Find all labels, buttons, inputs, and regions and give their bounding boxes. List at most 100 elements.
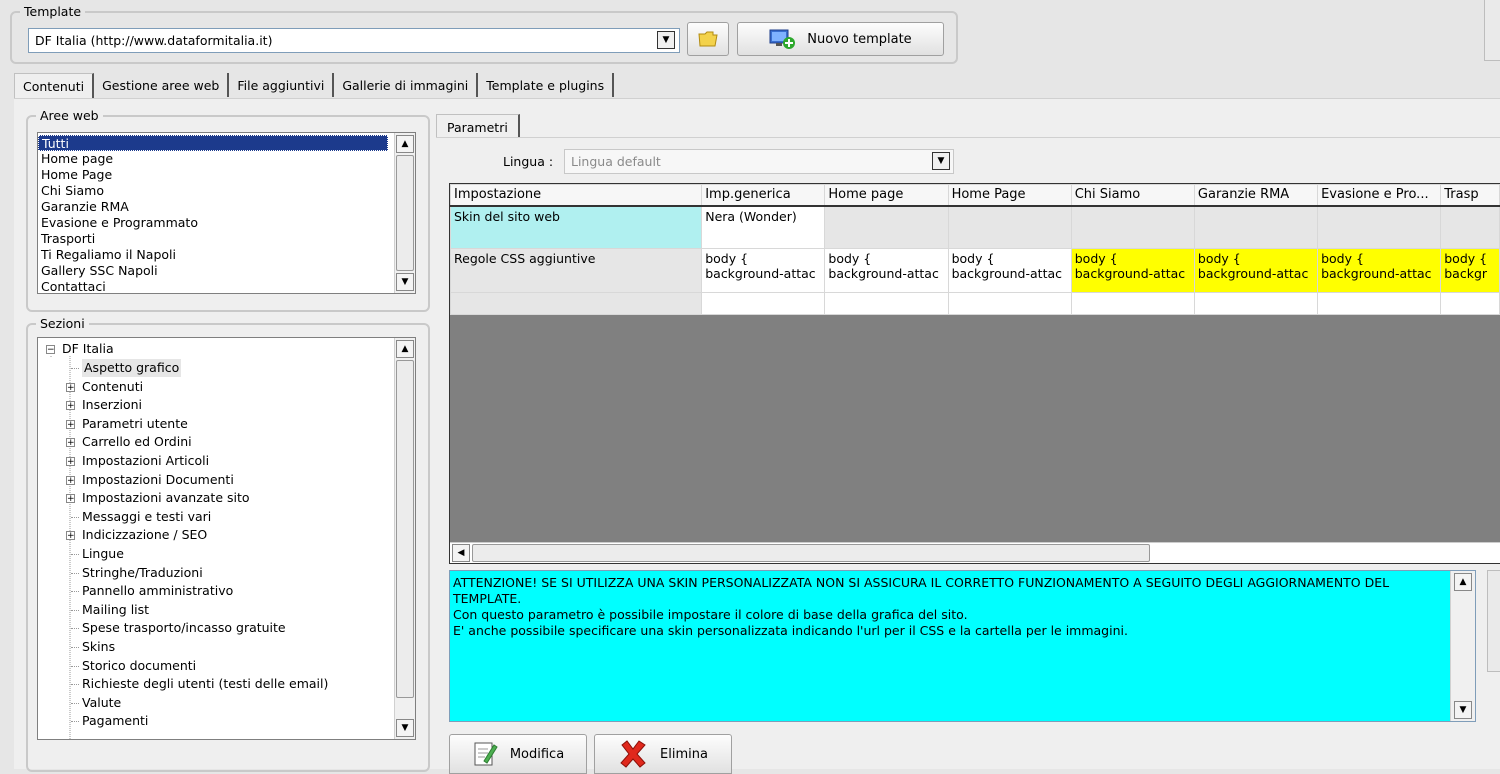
table-cell[interactable] [701,292,826,315]
list-item[interactable]: Garanzie RMA [38,199,415,215]
table-row[interactable]: Regole CSS aggiuntive body { background-… [450,248,1500,293]
table-cell[interactable]: Nera (Wonder) [701,205,826,249]
table-cell[interactable]: body { background-attac [947,248,1072,293]
table-cell[interactable]: body { background-attac [1317,248,1442,293]
lingua-dropdown-button[interactable]: ▼ [932,152,950,170]
table-cell[interactable] [1193,205,1319,249]
table-cell[interactable] [1193,292,1319,315]
table-cell[interactable]: body { background-attac [701,248,826,293]
table-row[interactable] [450,292,1500,315]
tree-item[interactable]: Lingue [82,545,124,563]
new-template-button[interactable]: Nuovo template [737,22,944,56]
tree-item[interactable]: Contenuti [82,378,143,396]
table-cell[interactable]: body { backgr [1440,248,1500,293]
table-cell[interactable] [947,292,1072,315]
table-cell[interactable] [1070,205,1195,249]
table-cell[interactable] [824,292,949,315]
expand-toggle[interactable]: + [66,438,75,448]
tree-item[interactable]: Impostazioni avanzate sito [82,489,250,507]
table-cell[interactable] [824,205,949,249]
table-cell[interactable]: body { background-attac [824,248,949,293]
template-dropdown-button[interactable]: ▼ [657,31,675,49]
expand-toggle[interactable]: + [66,401,75,411]
tree-item[interactable]: Impostazioni Documenti [82,471,234,489]
table-cell[interactable]: body { background-attac [1193,248,1319,293]
description-box[interactable]: ATTENZIONE! SE SI UTILIZZA UNA SKIN PERS… [449,570,1476,722]
tree-item[interactable]: Stringhe/Traduzioni [82,564,203,582]
tree-item[interactable]: Valute [82,694,121,712]
column-header[interactable]: Evasione e Pro... [1317,184,1442,207]
table-cell[interactable] [1070,292,1195,315]
expand-toggle[interactable]: + [66,457,75,467]
column-header[interactable]: Home Page [947,184,1072,207]
list-item[interactable]: Trasporti [38,231,415,247]
scroll-down-button[interactable]: ▼ [396,719,414,737]
template-select[interactable]: DF Italia (http://www.dataformitalia.it) [28,28,680,53]
tree-item[interactable]: Messaggi e testi vari [82,508,211,526]
list-item[interactable]: Home Page [38,167,415,183]
list-item[interactable]: Ti Regaliamo il Napoli [38,247,415,263]
list-item[interactable]: Tutti [38,135,388,151]
column-header[interactable]: Garanzie RMA [1193,184,1319,207]
tab-contenuti[interactable]: Contenuti [14,73,95,99]
tree-item[interactable]: Pagamenti [82,712,148,730]
aree-web-list[interactable]: Tutti Home page Home Page Chi Siamo Gara… [37,132,416,294]
scroll-down-button[interactable]: ▼ [1454,701,1472,719]
tab-parametri[interactable]: Parametri [436,114,520,138]
tree-item[interactable]: Richieste degli utenti (testi delle emai… [82,675,328,693]
aree-web-scrollbar[interactable]: ▲ ▼ [394,133,415,293]
list-item[interactable]: Contattaci [38,279,415,293]
expand-toggle[interactable]: + [66,494,75,504]
table-cell[interactable] [1317,292,1442,315]
tree-item[interactable]: Storico documenti [82,657,196,675]
tab-file-aggiuntivi[interactable]: File aggiuntivi [229,73,335,97]
tree-item[interactable]: Inserzioni [82,396,142,414]
table-cell[interactable]: body { background-attac [1070,248,1195,293]
column-header[interactable]: Imp.generica [701,184,826,207]
expand-toggle[interactable]: + [66,382,75,392]
column-header[interactable]: Trasp [1440,184,1500,207]
tree-item[interactable]: Pannello amministrativo [82,582,233,600]
tab-gallerie-immagini[interactable]: Gallerie di immagini [334,73,479,97]
list-item[interactable]: Home page [38,151,415,167]
scroll-thumb[interactable] [472,544,1150,562]
sezioni-scrollbar[interactable]: ▲ ▼ [394,338,415,739]
tree-item[interactable]: Aspetto grafico [82,359,182,377]
table-cell[interactable] [947,205,1072,249]
column-header[interactable]: Home page [824,184,949,207]
sezioni-tree[interactable]: − DF Italia Aspetto grafico + Contenuti + In… [37,337,416,740]
list-item[interactable]: Chi Siamo [38,183,415,199]
expand-toggle[interactable]: + [66,475,75,485]
collapse-toggle[interactable]: − [46,345,55,355]
tab-template-plugins[interactable]: Template e plugins [478,73,615,97]
scroll-up-button[interactable]: ▲ [396,135,414,153]
scroll-up-button[interactable]: ▲ [1454,573,1472,591]
scroll-up-button[interactable]: ▲ [396,340,414,358]
row-name-cell[interactable]: Regole CSS aggiuntive [450,248,703,293]
tree-item[interactable]: Mailing list [82,601,149,619]
table-cell[interactable] [450,292,703,315]
expand-toggle[interactable]: + [66,419,75,429]
expand-toggle[interactable]: + [66,531,75,541]
table-cell[interactable] [1440,292,1500,315]
list-item[interactable]: Gallery SSC Napoli [38,263,415,279]
description-scrollbar[interactable]: ▲ ▼ [1450,571,1475,721]
grid-hscrollbar[interactable]: ◀ [450,542,1500,563]
tree-item[interactable]: Carrello ed Ordini [82,433,192,451]
row-name-cell[interactable]: Skin del sito web [450,205,703,249]
tree-item[interactable]: Indicizzazione / SEO [82,526,207,544]
elimina-button[interactable]: Elimina [594,734,732,774]
column-header[interactable]: Chi Siamo [1070,184,1195,207]
table-cell[interactable] [1317,205,1442,249]
table-cell[interactable] [1440,205,1500,249]
lingua-select[interactable]: Lingua default [564,149,954,174]
scroll-thumb[interactable] [396,155,414,271]
table-row[interactable]: Skin del sito web Nera (Wonder) [450,205,1500,249]
tree-item[interactable]: Skins [82,638,115,656]
tree-item[interactable]: Impostazioni Articoli [82,452,209,470]
tab-gestione-aree-web[interactable]: Gestione aree web [94,73,230,97]
tree-item[interactable]: Parametri utente [82,415,188,433]
scroll-left-button[interactable]: ◀ [452,544,470,562]
modifica-button[interactable]: Modifica [449,734,587,774]
open-folder-button[interactable] [687,22,729,56]
